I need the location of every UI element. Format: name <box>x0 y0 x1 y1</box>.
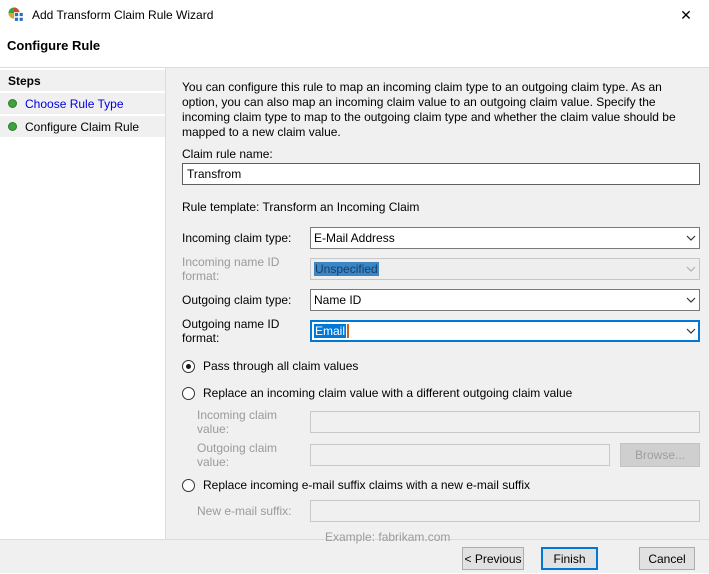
incoming-claim-value-row: Incoming claim value: <box>182 408 700 436</box>
step-complete-icon <box>8 99 17 108</box>
steps-title: Steps <box>8 73 41 88</box>
incoming-name-id-format-select: Unspecified <box>310 258 700 280</box>
finish-button[interactable]: Finish <box>541 547 598 570</box>
incoming-claim-value-input <box>310 411 700 433</box>
chevron-down-icon <box>686 297 696 303</box>
radio-selected-icon <box>182 359 195 373</box>
wizard-footer: < Previous Finish Cancel <box>0 539 709 573</box>
incoming-name-id-format-row: Incoming name ID format: Unspecified <box>182 255 700 283</box>
example-text: Example: fabrikam.com <box>325 530 451 544</box>
text-caret <box>347 324 350 338</box>
outgoing-claim-type-row: Outgoing claim type: Name ID <box>182 289 700 311</box>
option-label: Replace an incoming claim value with a d… <box>203 386 573 400</box>
new-email-suffix-row: New e-mail suffix: <box>182 500 700 522</box>
window-title: Add Transform Claim Rule Wizard <box>32 8 214 22</box>
new-email-suffix-input <box>310 500 700 522</box>
page-title: Configure Rule <box>7 38 101 53</box>
step-label: Choose Rule Type <box>25 96 124 111</box>
rule-template-text: Rule template: Transform an Incoming Cla… <box>182 200 420 214</box>
new-email-suffix-label: New e-mail suffix: <box>197 504 292 518</box>
page-header: Configure Rule <box>0 30 709 68</box>
incoming-name-id-format-label: Incoming name ID format: <box>182 255 280 283</box>
combo-value: Name ID <box>314 293 362 307</box>
steps-sidebar: Steps Choose Rule Type Configure Claim R… <box>0 68 166 539</box>
combo-value-selected: Email <box>314 324 347 338</box>
incoming-claim-type-label: Incoming claim type: <box>182 231 292 245</box>
incoming-claim-type-row: Incoming claim type: E-Mail Address <box>182 227 700 249</box>
combo-value-selected: Unspecified <box>314 262 379 276</box>
outgoing-claim-type-select[interactable]: Name ID <box>310 289 700 311</box>
outgoing-claim-value-label: Outgoing claim value: <box>197 441 278 469</box>
chevron-down-icon <box>686 235 696 241</box>
outgoing-name-id-format-label: Outgoing name ID format: <box>182 317 280 345</box>
claim-rule-name-input[interactable] <box>182 163 700 185</box>
step-complete-icon <box>8 122 17 131</box>
option-label: Replace incoming e-mail suffix claims wi… <box>203 478 531 492</box>
outgoing-claim-value-input <box>310 444 610 466</box>
outgoing-name-id-format-row: Outgoing name ID format: Email <box>182 317 700 345</box>
outgoing-claim-value-row: Outgoing claim value: Browse... <box>182 441 700 469</box>
incoming-claim-value-label: Incoming claim value: <box>197 408 278 436</box>
sidebar-item-choose-rule-type[interactable]: Choose Rule Type <box>0 93 165 116</box>
adfs-wizard-icon <box>8 7 24 22</box>
sidebar-item-configure-claim-rule[interactable]: Configure Claim Rule <box>0 116 165 139</box>
radio-unselected-icon <box>182 386 195 400</box>
content-pane: You can configure this rule to map an in… <box>166 68 709 544</box>
incoming-claim-type-select[interactable]: E-Mail Address <box>310 227 700 249</box>
option-replace-value[interactable]: Replace an incoming claim value with a d… <box>182 386 700 400</box>
cancel-button[interactable]: Cancel <box>639 547 695 570</box>
combo-value: E-Mail Address <box>314 231 395 245</box>
title-bar: Add Transform Claim Rule Wizard ✕ <box>0 0 709 30</box>
browse-button: Browse... <box>620 443 700 467</box>
chevron-down-icon <box>686 266 696 272</box>
option-pass-through[interactable]: Pass through all claim values <box>182 359 700 373</box>
steps-header: Steps <box>0 70 165 93</box>
previous-button[interactable]: < Previous <box>462 547 524 570</box>
radio-unselected-icon <box>182 478 195 492</box>
option-replace-suffix[interactable]: Replace incoming e-mail suffix claims wi… <box>182 478 700 492</box>
close-icon[interactable]: ✕ <box>673 4 699 26</box>
claim-rule-name-label: Claim rule name: <box>182 147 273 161</box>
rule-description: You can configure this rule to map an in… <box>182 80 676 139</box>
option-label: Pass through all claim values <box>203 359 359 373</box>
step-label: Configure Claim Rule <box>25 119 140 134</box>
outgoing-claim-type-label: Outgoing claim type: <box>182 293 292 307</box>
chevron-down-icon <box>686 328 696 334</box>
outgoing-name-id-format-select[interactable]: Email <box>310 320 700 342</box>
